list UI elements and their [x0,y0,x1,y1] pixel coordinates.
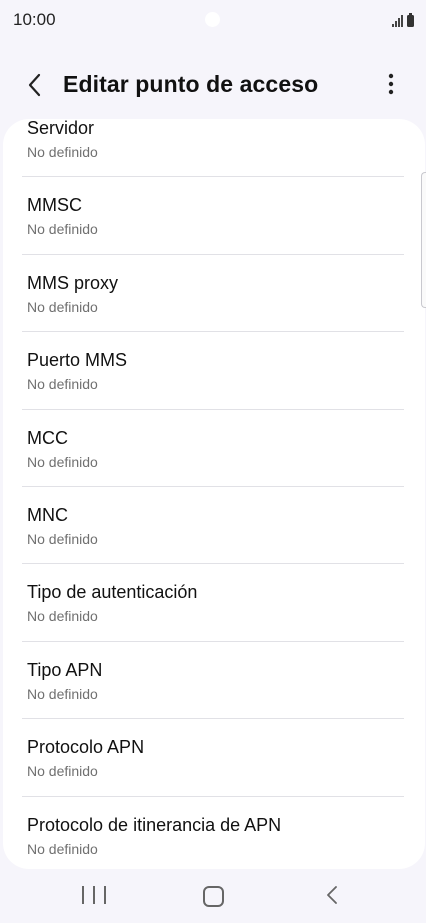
item-value: No definido [27,763,98,780]
page-title: Editar punto de acceso [63,71,319,97]
item-title: Puerto MMS [27,350,128,371]
list-item-mmsc[interactable]: MMSC No definido [3,177,425,255]
camera-cutout [205,12,220,27]
signal-icon [392,15,403,27]
item-value: No definido [27,298,98,315]
list-item-tipo-autenticacion[interactable]: Tipo de autenticación No definido [3,564,425,642]
item-title: Tipo APN [27,659,103,680]
item-value: No definido [27,144,98,160]
battery-icon [407,13,414,27]
apn-settings-list: Servidor No definido MMSC No definido MM… [3,119,425,869]
more-options-button[interactable] [376,69,406,99]
status-time: 10:00 [13,10,56,29]
item-value: No definido [27,530,98,547]
item-value: No definido [27,221,98,238]
status-icons [392,11,414,27]
item-value: No definido [27,840,98,857]
item-value: No definido [27,376,98,393]
back-icon[interactable] [322,884,344,906]
item-title: Servidor [27,119,95,138]
list-item-puerto-mms[interactable]: Puerto MMS No definido [3,332,425,410]
recents-icon[interactable] [82,886,106,906]
item-title: MMSC [27,195,82,216]
scrollbar[interactable] [421,172,426,308]
list-item-mms-proxy[interactable]: MMS proxy No definido [3,255,425,333]
item-value: No definido [27,608,98,625]
item-title: MCC [27,427,68,448]
app-header: Editar punto de acceso [0,56,426,112]
navigation-bar [0,870,426,923]
item-value: No definido [27,453,98,470]
status-bar: 10:00 [0,0,426,40]
home-icon[interactable] [203,886,224,907]
more-vertical-icon [388,73,394,95]
list-item-protocolo-apn[interactable]: Protocolo APN No definido [3,719,425,797]
back-button[interactable] [18,68,52,102]
list-item-servidor[interactable]: Servidor No definido [3,119,425,178]
item-title: MMS proxy [27,272,119,293]
list-item-tipo-apn[interactable]: Tipo APN No definido [3,642,425,720]
settings-card: Servidor No definido MMSC No definido MM… [3,119,425,869]
list-item-mnc[interactable]: MNC No definido [3,487,425,565]
item-title: Protocolo APN [27,737,145,758]
item-value: No definido [27,685,98,702]
item-title: Protocolo de itinerancia de APN [27,814,282,835]
item-title: Tipo de autenticación [27,582,198,603]
list-item-mcc[interactable]: MCC No definido [3,410,425,487]
chevron-left-icon [28,73,41,97]
list-item-protocolo-itinerancia-apn[interactable]: Protocolo de itinerancia de APN No defin… [3,797,425,869]
item-title: MNC [27,504,68,525]
